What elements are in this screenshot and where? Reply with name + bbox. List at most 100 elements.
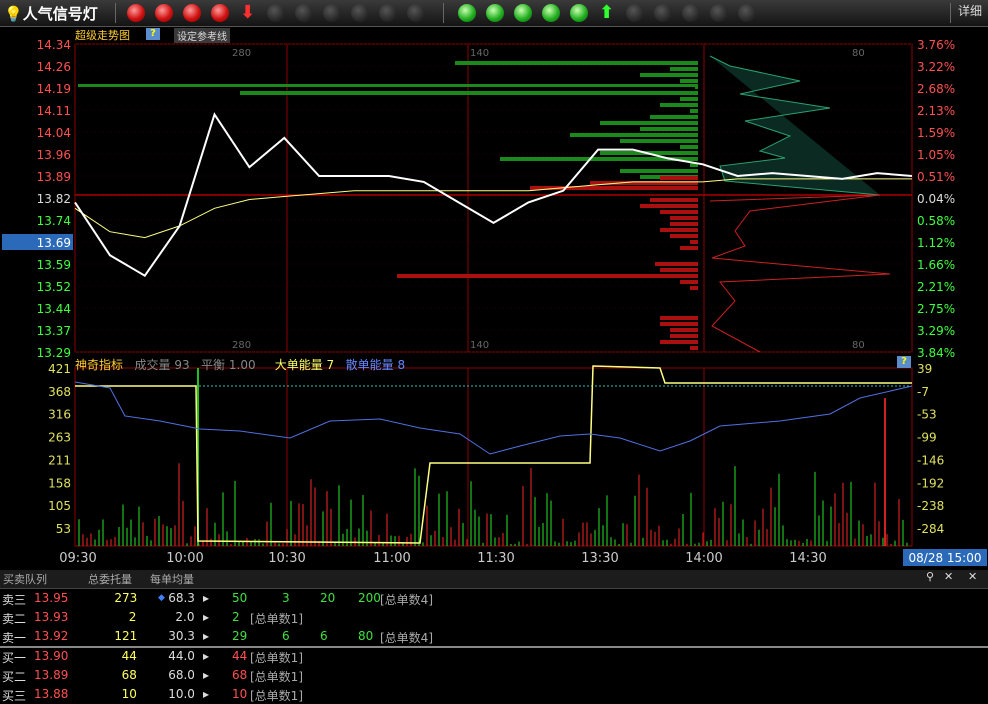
indicator-help-icon[interactable]: ?: [897, 356, 911, 368]
price-tick-label: 14.19: [37, 82, 71, 96]
order-size: 29: [232, 629, 248, 643]
volume-profile-bar: [680, 79, 698, 83]
off-light-icon[interactable]: [654, 4, 672, 22]
volume-profile-bar: [655, 262, 698, 266]
queue-row[interactable]: 卖二 13.93 2 2.0 ▸ 2 [总单数1]: [0, 609, 988, 627]
queue-price: 13.95: [34, 591, 69, 605]
toolbar-separator: [443, 3, 444, 23]
average-price-line: [74, 178, 912, 239]
indicator-left-tick: 421: [48, 362, 71, 376]
queue-row-label: 卖二: [2, 612, 27, 626]
help-icon[interactable]: ?: [146, 28, 160, 40]
order-size: 2: [232, 610, 240, 624]
order-queue-panel: 买卖队列 总委托量 每单均量 ✕ ⚲ ✕ 卖三 13.95 273 ◆ 68.3 ▸ 50 3…: [0, 570, 988, 704]
time-tick-label: 11:00: [373, 551, 410, 566]
bulb-icon: 💡: [4, 5, 23, 23]
off-light-icon[interactable]: [738, 4, 756, 22]
off-light-icon[interactable]: [323, 4, 341, 22]
volume-profile-bar: [660, 176, 698, 180]
expand-icon: ▸: [203, 649, 210, 663]
percent-tick-label: 3.84%: [917, 346, 955, 360]
order-size: 20: [320, 591, 336, 605]
price-panel-title: 超级走势图: [75, 29, 130, 42]
off-light-icon[interactable]: [710, 4, 728, 22]
off-light-icon[interactable]: [295, 4, 313, 22]
price-tick-label: 13.82: [37, 192, 71, 206]
indicator-left-tick: 53: [56, 522, 71, 536]
indicator-right-tick: -238: [917, 499, 944, 513]
queue-avg: 2.0: [175, 610, 195, 624]
price-tick-label: 13.74: [37, 214, 71, 228]
off-light-icon[interactable]: [626, 4, 644, 22]
percent-tick-label: 3.76%: [917, 38, 955, 52]
volume-profile-bar: [670, 234, 698, 238]
green-light-icon[interactable]: [514, 4, 532, 22]
off-light-icon[interactable]: [407, 4, 425, 22]
volume-profile-bar: [670, 334, 698, 338]
queue-row[interactable]: 买三 13.88 10 10.0 ▸ 10 [总单数1]: [0, 686, 988, 704]
time-tick-label: 10:30: [268, 551, 305, 566]
volume-profile-bar: [690, 346, 698, 350]
price-tick-label: 13.59: [37, 258, 71, 272]
indicator-left-tick: 263: [48, 431, 71, 445]
green-light-icon[interactable]: [542, 4, 560, 22]
order-count-note: [总单数1]: [250, 670, 303, 684]
green-light-icon[interactable]: [570, 4, 588, 22]
order-count-note: [总单数4]: [380, 593, 433, 607]
off-light-icon[interactable]: [351, 4, 369, 22]
red-light-icon[interactable]: [155, 4, 173, 22]
volume-profile-bar: [690, 240, 698, 244]
cursor-time-label: 08/28 15:00: [909, 551, 982, 565]
volume-profile-bar: [680, 246, 698, 250]
queue-row[interactable]: 买二 13.89 68 68.0 ▸ 68 [总单数1]: [0, 667, 988, 685]
red-down-arrow-icon[interactable]: ⬇: [240, 2, 255, 23]
queue-row-label: 买二: [2, 670, 27, 684]
expand-icon: ▸: [203, 687, 210, 701]
volume-profile-bar: [690, 109, 698, 113]
indicator-left-tick: 158: [48, 476, 71, 490]
green-up-arrow-icon[interactable]: ⬆: [599, 2, 614, 23]
queue-row[interactable]: 卖一 13.92 121 30.3 ▸ 29 6 6 80 [总单数4]: [0, 628, 988, 646]
queue-price: 13.89: [34, 668, 69, 682]
off-light-icon[interactable]: [682, 4, 700, 22]
queue-avg: 68.0: [168, 668, 195, 682]
order-count-note: [总单数4]: [380, 631, 433, 645]
close-panel-icon[interactable]: ✕: [968, 570, 977, 583]
indicator-title: 神奇指标: [75, 358, 124, 372]
col-avg-header: 每单均量: [150, 573, 194, 586]
set-reference-line-button[interactable]: 设定参考线: [174, 28, 230, 43]
percent-tick-label: 0.51%: [917, 170, 955, 184]
volume-profile-bar: [680, 145, 698, 149]
expand-icon: ▸: [203, 629, 210, 643]
green-light-icon[interactable]: [458, 4, 476, 22]
pin-icon[interactable]: ⚲: [926, 570, 934, 583]
red-light-icon[interactable]: [211, 4, 229, 22]
detail-button[interactable]: 详细: [958, 2, 982, 19]
off-light-icon[interactable]: [267, 4, 285, 22]
queue-avg: 10.0: [168, 687, 195, 701]
percent-tick-label: 2.68%: [917, 82, 955, 96]
red-light-icon[interactable]: [127, 4, 145, 22]
volume-profile-bar: [660, 340, 698, 344]
queue-row[interactable]: 卖三 13.95 273 ◆ 68.3 ▸ 50 3 20 200 [总单数4]: [0, 590, 988, 608]
volume-profile-bar: [680, 280, 698, 284]
percent-tick-label: 3.29%: [917, 324, 955, 338]
volume-profile-bar: [690, 286, 698, 290]
close-icon[interactable]: ✕: [944, 570, 953, 583]
order-count-note: [总单数1]: [250, 651, 303, 665]
order-count-note: [总单数1]: [250, 612, 303, 626]
price-tick-label: 13.44: [37, 302, 71, 316]
volume-scale-label: 140: [470, 340, 489, 351]
indicator-legend: 神奇指标 成交量 93 平衡 1.00 大单能量 7 散单能量 8: [75, 358, 406, 372]
col-total-header: 总委托量: [88, 573, 132, 586]
red-light-icon[interactable]: [183, 4, 201, 22]
small-order-energy-line: [74, 381, 913, 455]
off-light-icon[interactable]: [379, 4, 397, 22]
queue-row[interactable]: 买一 13.90 44 44.0 ▸ 44 [总单数1]: [0, 648, 988, 666]
percent-tick-label: 1.66%: [917, 258, 955, 272]
volume-scale-label: 80: [852, 340, 865, 351]
queue-divider: [0, 646, 988, 648]
volume-profile-bar: [670, 67, 698, 71]
green-light-icon[interactable]: [486, 4, 504, 22]
chart-area[interactable]: 14.34 3.76% 14.26 3.22% 14.19 2.68% 14.11 2.13%…: [0, 26, 988, 570]
